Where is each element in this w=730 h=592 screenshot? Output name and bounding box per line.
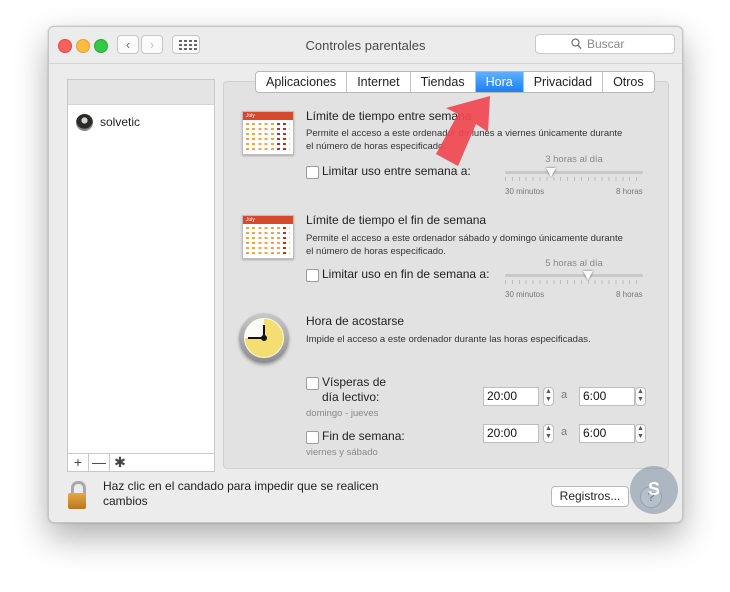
watermark-logo: S xyxy=(630,466,678,514)
annotation-arrow-icon xyxy=(436,96,490,166)
